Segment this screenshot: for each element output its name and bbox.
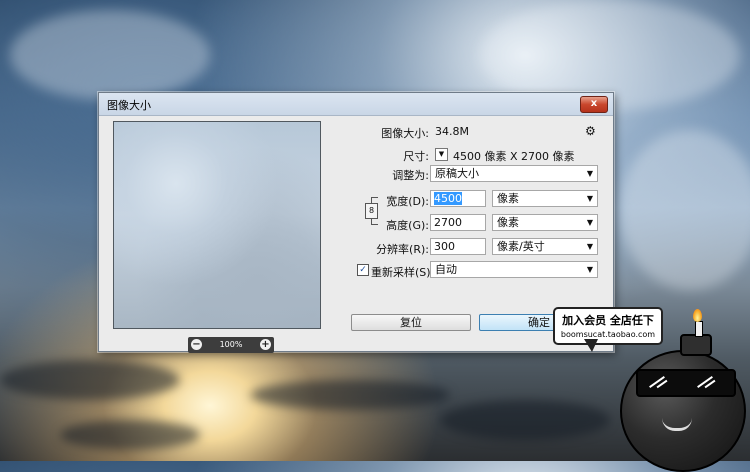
height-label: 高度(G): xyxy=(386,219,429,232)
chevron-down-icon: ▼ xyxy=(586,242,593,251)
close-button[interactable]: x xyxy=(580,96,608,113)
reset-button[interactable]: 复位 xyxy=(351,314,471,331)
background-cloud xyxy=(0,360,180,400)
resolution-label: 分辨率(R): xyxy=(376,243,429,256)
image-size-label: 图像大小: xyxy=(381,127,429,140)
width-value: 4500 xyxy=(434,192,462,205)
bomb-fuse-cap xyxy=(680,334,712,356)
resolution-unit: 像素/英寸 xyxy=(497,240,545,253)
height-unit: 像素 xyxy=(497,216,519,229)
chevron-down-icon: ▼ xyxy=(586,169,593,178)
sunglasses-icon xyxy=(636,369,736,397)
flame-icon xyxy=(693,309,702,322)
height-value: 2700 xyxy=(434,216,462,229)
promo-title: 加入会员 全店任下 xyxy=(562,314,654,327)
width-input[interactable]: 4500 xyxy=(430,190,486,207)
chevron-down-icon: ▼ xyxy=(586,218,593,227)
zoom-bar: − 100% + xyxy=(188,337,274,353)
promo-url: boomsucat.taobao.com xyxy=(560,330,656,339)
fit-to-label: 调整为: xyxy=(392,169,429,182)
width-label: 宽度(D): xyxy=(386,195,429,208)
background-cloud xyxy=(440,400,610,440)
fit-to-value: 原稿大小 xyxy=(435,167,479,180)
background-cloud xyxy=(620,130,750,290)
resolution-input[interactable]: 300 xyxy=(430,238,486,255)
image-size-dialog: 图像大小 x − 100% + 图像大小: 34.8M ⚙ 尺寸: ▼ 4500… xyxy=(98,92,614,353)
width-unit: 像素 xyxy=(497,192,519,205)
dimensions-label: 尺寸: xyxy=(403,150,429,163)
dimensions-value: 4500 像素 X 2700 像素 xyxy=(453,150,575,163)
resolution-unit-select[interactable]: 像素/英寸 ▼ xyxy=(492,238,598,255)
zoom-in-icon[interactable]: + xyxy=(260,339,271,350)
dialog-title: 图像大小 xyxy=(107,99,151,112)
background-cloud xyxy=(60,420,200,450)
candle-icon xyxy=(695,321,703,337)
chevron-down-icon: ▼ xyxy=(586,194,593,203)
image-size-value: 34.8M xyxy=(435,125,469,138)
width-unit-select[interactable]: 像素 ▼ xyxy=(492,190,598,207)
image-preview[interactable]: − 100% + xyxy=(113,121,321,353)
gear-icon[interactable]: ⚙ xyxy=(585,124,596,138)
fit-to-select[interactable]: 原稿大小 ▼ xyxy=(430,165,598,182)
background-cloud xyxy=(10,10,210,100)
resample-label: 重新采样(S): xyxy=(371,266,435,279)
dialog-titlebar[interactable]: 图像大小 x xyxy=(99,93,613,116)
resample-select[interactable]: 自动 ▼ xyxy=(430,261,598,278)
resample-value: 自动 xyxy=(435,263,457,276)
promo-bubble-tail xyxy=(584,339,598,352)
promo-bubble: 加入会员 全店任下 boomsucat.taobao.com xyxy=(553,307,663,345)
height-unit-select[interactable]: 像素 ▼ xyxy=(492,214,598,231)
resolution-value: 300 xyxy=(434,240,455,253)
background-cloud xyxy=(250,380,450,410)
dimensions-unit-dropdown-icon[interactable]: ▼ xyxy=(435,148,448,161)
height-input[interactable]: 2700 xyxy=(430,214,486,231)
chevron-down-icon: ▼ xyxy=(586,265,593,274)
resample-checkbox[interactable]: ✓ xyxy=(357,264,369,276)
